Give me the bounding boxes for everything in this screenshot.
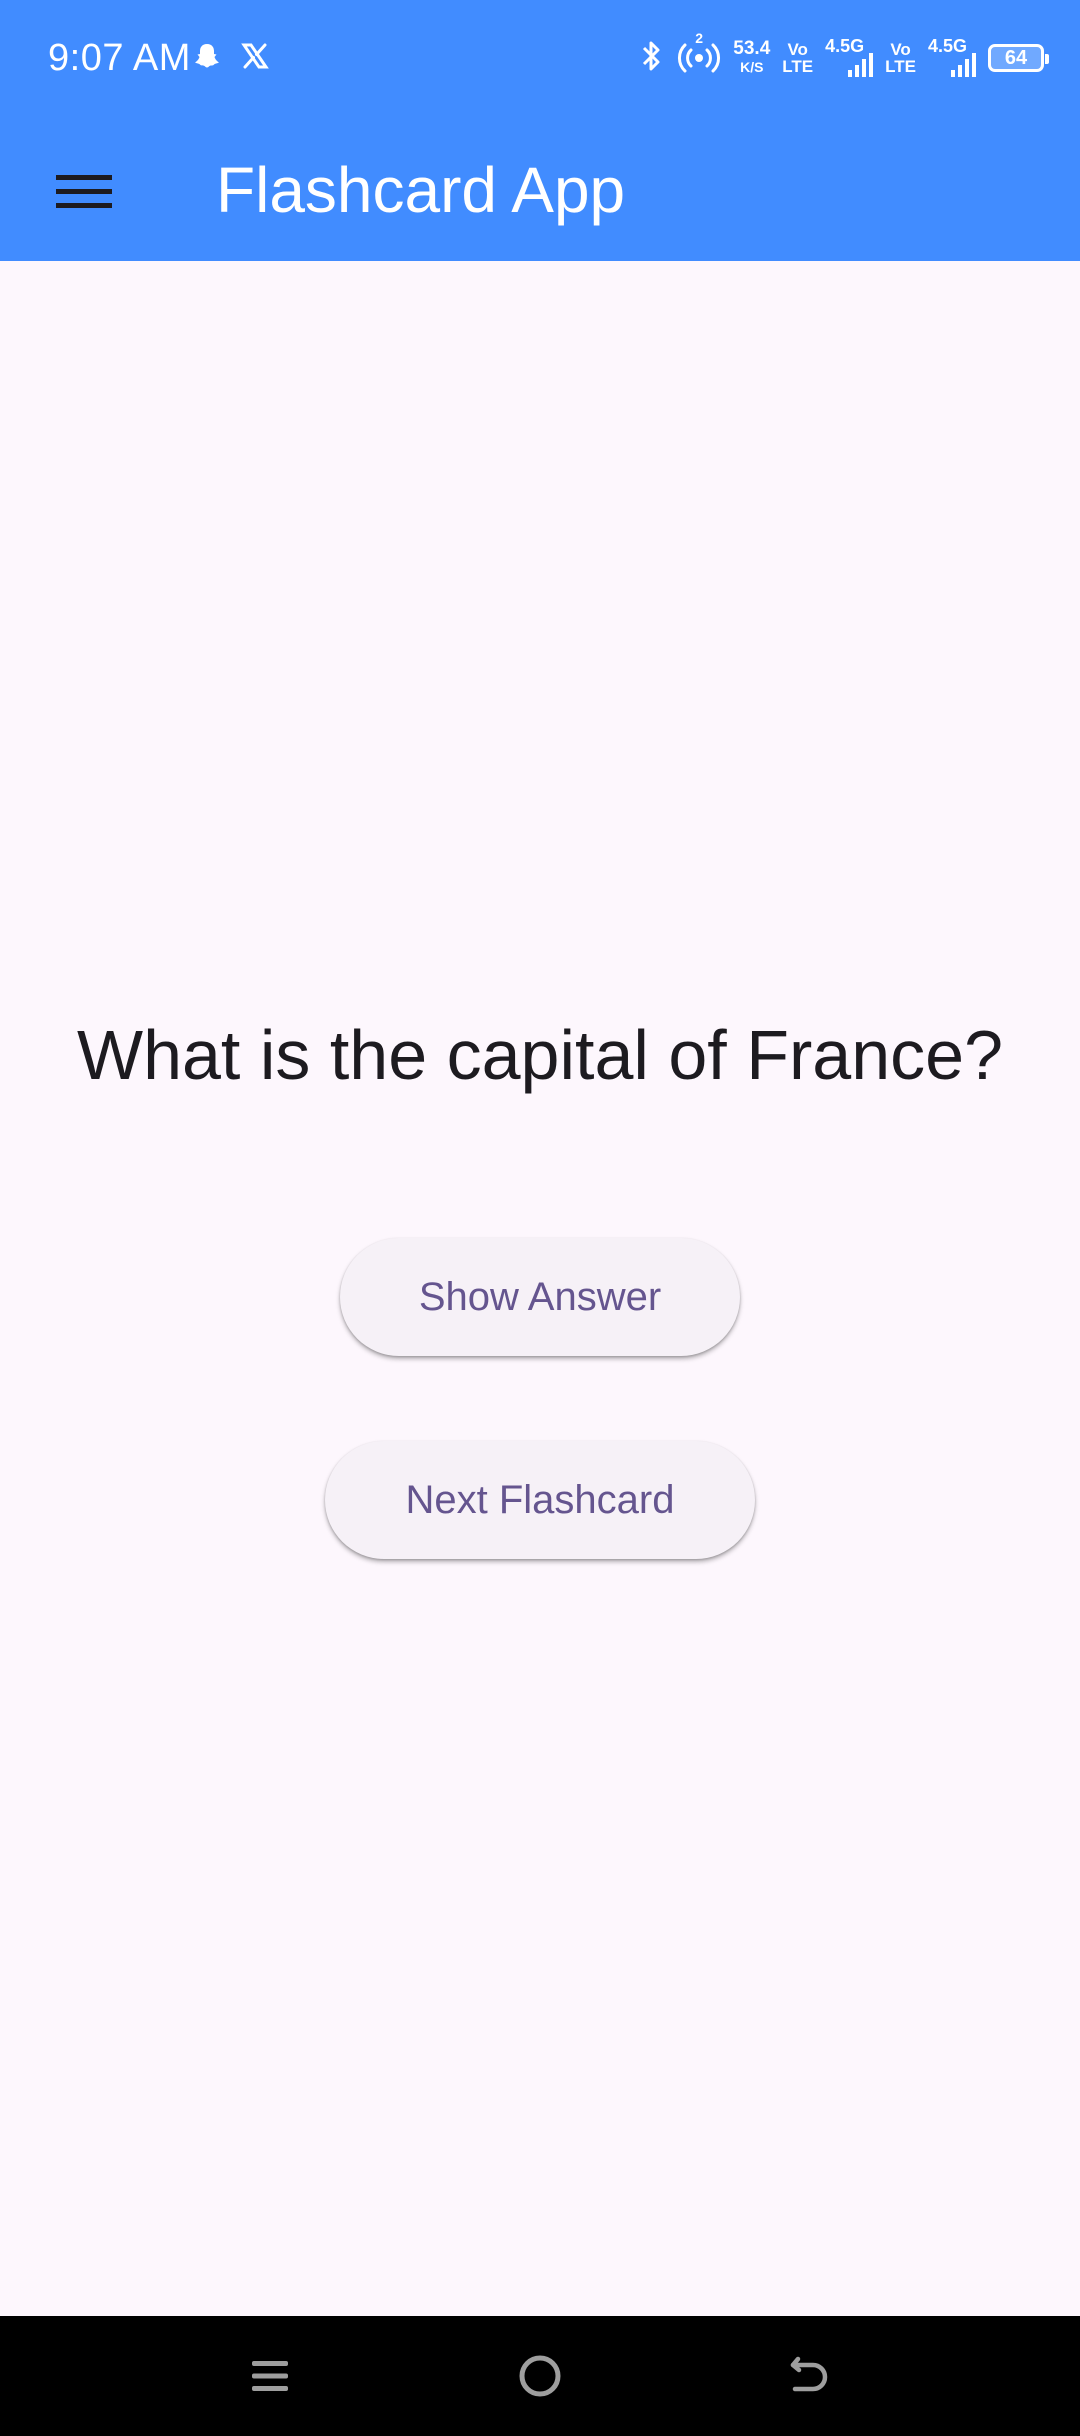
- show-answer-button[interactable]: Show Answer: [340, 1238, 740, 1356]
- sim1-volte: Vo LTE: [782, 41, 813, 75]
- recents-icon: [252, 2361, 288, 2391]
- status-right-icons: 2 53.4 K/S Vo LTE 4.5G Vo LTE 4.5G 64: [639, 30, 1049, 86]
- sim1-lte: LTE: [782, 57, 814, 76]
- sim1-signal: 4.5G: [825, 36, 874, 80]
- top-area: 9:07 AM 2 53.4 K/S Vo LTE 4.5G Vo LTE 4.…: [0, 0, 1080, 261]
- back-button[interactable]: [774, 2340, 846, 2412]
- recents-button[interactable]: [234, 2340, 306, 2412]
- home-button[interactable]: [504, 2340, 576, 2412]
- menu-icon: [56, 175, 112, 208]
- signal-icon: [951, 53, 976, 77]
- signal-icon: [848, 53, 874, 77]
- flashcard-question: What is the capital of France?: [77, 1016, 1003, 1094]
- status-bar: 9:07 AM 2 53.4 K/S Vo LTE 4.5G Vo LTE 4.…: [0, 0, 1080, 116]
- snapchat-icon: [192, 41, 222, 76]
- network-speed-unit: K/S: [740, 59, 764, 75]
- battery-icon: 64: [988, 44, 1049, 72]
- next-flashcard-button[interactable]: Next Flashcard: [325, 1441, 755, 1559]
- app-bar: Flashcard App: [0, 116, 1080, 261]
- sim2-volte: Vo LTE: [885, 41, 916, 75]
- sim2-signal: 4.5G: [928, 36, 976, 80]
- back-icon: [790, 2356, 828, 2392]
- bluetooth-icon: [639, 38, 665, 79]
- sim2-lte: LTE: [885, 57, 916, 76]
- network-speed: 53.4 K/S: [733, 38, 771, 76]
- sim1-vo: Vo: [787, 40, 808, 59]
- home-icon: [519, 2355, 561, 2397]
- status-time: 9:07 AM: [48, 37, 191, 79]
- sim2-vo: Vo: [890, 40, 911, 59]
- hotspot-count: 2: [695, 29, 704, 46]
- network-speed-value: 53.4: [733, 38, 771, 59]
- notification-icons: [192, 36, 270, 80]
- battery-level: 64: [1004, 47, 1028, 69]
- system-nav-bar: [0, 2316, 1080, 2436]
- menu-button[interactable]: [30, 148, 138, 234]
- x-icon: [240, 41, 270, 76]
- hotspot-icon: 2: [677, 30, 721, 81]
- app-title: Flashcard App: [216, 154, 626, 226]
